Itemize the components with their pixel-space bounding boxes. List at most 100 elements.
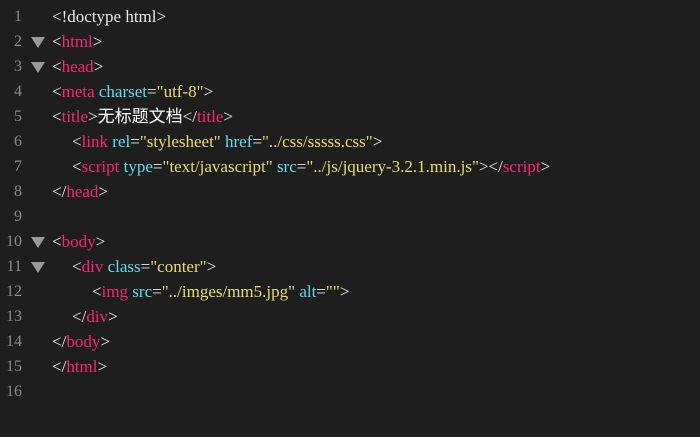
line-code: </html> <box>52 354 107 379</box>
text-token: 无标题文档 <box>97 107 183 126</box>
string-token: "" <box>325 282 340 301</box>
line-code: <meta charset="utf-8"> <box>52 79 213 104</box>
string-token: "stylesheet" <box>139 132 221 151</box>
punctuation-token: > <box>339 282 350 301</box>
punctuation-token: > <box>93 57 104 76</box>
line-number: 6 <box>14 133 22 150</box>
punctuation-token: = <box>296 157 307 176</box>
line-number: 15 <box>6 358 22 375</box>
punctuation-token: > <box>203 82 214 101</box>
string-token: "../imges/mm5.jpg" <box>161 282 296 301</box>
code-line[interactable]: 6 <link rel="stylesheet" href="../css/sss… <box>0 129 700 154</box>
punctuation-token: < <box>52 57 62 76</box>
punctuation-token: > <box>95 232 106 251</box>
punctuation-token: </ <box>52 332 67 351</box>
punctuation-token: > <box>97 357 108 376</box>
attribute-token: charset <box>98 82 148 101</box>
line-code: <head> <box>52 54 103 79</box>
tag-token: html <box>66 357 98 376</box>
attribute-token: type <box>123 157 153 176</box>
punctuation-token: = <box>316 282 326 301</box>
line-number: 11 <box>6 258 22 275</box>
line-code: <html> <box>52 29 102 54</box>
tag-token: div <box>86 307 109 326</box>
code-line[interactable]: 10 <body> <box>0 229 700 254</box>
code-line[interactable]: 15 </html> <box>0 354 700 379</box>
tag-token: head <box>66 182 99 201</box>
line-number: 12 <box>6 283 22 300</box>
code-line[interactable]: 16 <box>0 379 700 404</box>
punctuation-token: </ <box>182 107 197 126</box>
line-code: </body> <box>52 329 110 354</box>
punctuation-token: = <box>252 132 262 151</box>
line-code: </div> <box>52 304 118 329</box>
punctuation-token: </ <box>52 357 67 376</box>
tag-token: title <box>196 107 224 126</box>
string-token: "../js/jquery-3.2.1.min.js" <box>306 157 479 176</box>
punctuation-token: < <box>52 32 62 51</box>
punctuation-token: > <box>223 107 233 126</box>
punctuation-token: > <box>98 182 108 201</box>
fold-triangle-icon[interactable] <box>31 37 45 48</box>
punctuation-token: > <box>88 107 98 126</box>
line-number: 7 <box>14 158 22 175</box>
line-number: 10 <box>6 233 22 250</box>
punctuation-token: = <box>147 82 157 101</box>
string-token: "conter" <box>150 257 207 276</box>
line-code: <link rel="stylesheet" href="../css/ssss… <box>52 129 382 154</box>
attribute-token: class <box>107 257 141 276</box>
punctuation-token: = <box>140 257 151 276</box>
line-code: </head> <box>52 179 108 204</box>
line-code: <body> <box>52 229 105 254</box>
punctuation-token: </ <box>72 307 87 326</box>
tag-token: body <box>61 232 96 251</box>
punctuation-token: < <box>72 257 82 276</box>
punctuation-token: < <box>72 157 82 176</box>
punctuation-token: < <box>92 282 102 301</box>
punctuation-token: <!doctype html> <box>52 7 167 26</box>
string-token: "utf-8" <box>156 82 204 101</box>
punctuation-token: > <box>206 257 217 276</box>
punctuation-token: = <box>152 282 162 301</box>
code-line[interactable]: 14 </body> <box>0 329 700 354</box>
punctuation-token: < <box>52 82 62 101</box>
attribute-token: src <box>276 157 297 176</box>
line-number: 3 <box>14 58 22 75</box>
punctuation-token: > <box>372 132 383 151</box>
punctuation-token: ></ <box>478 157 503 176</box>
attribute-token: href <box>225 132 253 151</box>
attribute-token: rel <box>112 132 131 151</box>
code-line[interactable]: 5 <title>无标题文档</title> <box>0 104 700 129</box>
code-line[interactable]: 4 <meta charset="utf-8"> <box>0 79 700 104</box>
line-code: <title>无标题文档</title> <box>52 104 233 129</box>
fold-triangle-icon[interactable] <box>31 237 45 248</box>
code-editor[interactable]: 1 <!doctype html> 2 <html> 3 <head> 4 <meta cha… <box>0 0 700 437</box>
tag-token: title <box>61 107 89 126</box>
code-line[interactable]: 7 <script type="text/javascript" src="../… <box>0 154 700 179</box>
punctuation-token: > <box>540 157 551 176</box>
fold-triangle-icon[interactable] <box>31 62 45 73</box>
code-line[interactable]: 13 </div> <box>0 304 700 329</box>
code-line[interactable]: 1 <!doctype html> <box>0 4 700 29</box>
fold-triangle-icon[interactable] <box>31 262 45 273</box>
code-line[interactable]: 3 <head> <box>0 54 700 79</box>
line-number: 14 <box>6 333 22 350</box>
punctuation-token: < <box>72 132 82 151</box>
tag-token: body <box>66 332 101 351</box>
line-number: 2 <box>14 33 22 50</box>
string-token: "../css/sssss.css" <box>261 132 373 151</box>
tag-token: div <box>81 257 104 276</box>
tag-token: meta <box>61 82 95 101</box>
punctuation-token: > <box>108 307 118 326</box>
code-line[interactable]: 12 <img src="../imges/mm5.jpg" alt=""> <box>0 279 700 304</box>
code-line[interactable]: 9 <box>0 204 700 229</box>
attribute-token: alt <box>299 282 317 301</box>
code-line[interactable]: 8 </head> <box>0 179 700 204</box>
tag-token: link <box>81 132 109 151</box>
punctuation-token: > <box>100 332 110 351</box>
tag-token: script <box>502 157 541 176</box>
punctuation-token: </ <box>52 182 67 201</box>
code-line[interactable]: 11 <div class="conter"> <box>0 254 700 279</box>
code-line[interactable]: 2 <html> <box>0 29 700 54</box>
punctuation-token: = <box>130 132 140 151</box>
